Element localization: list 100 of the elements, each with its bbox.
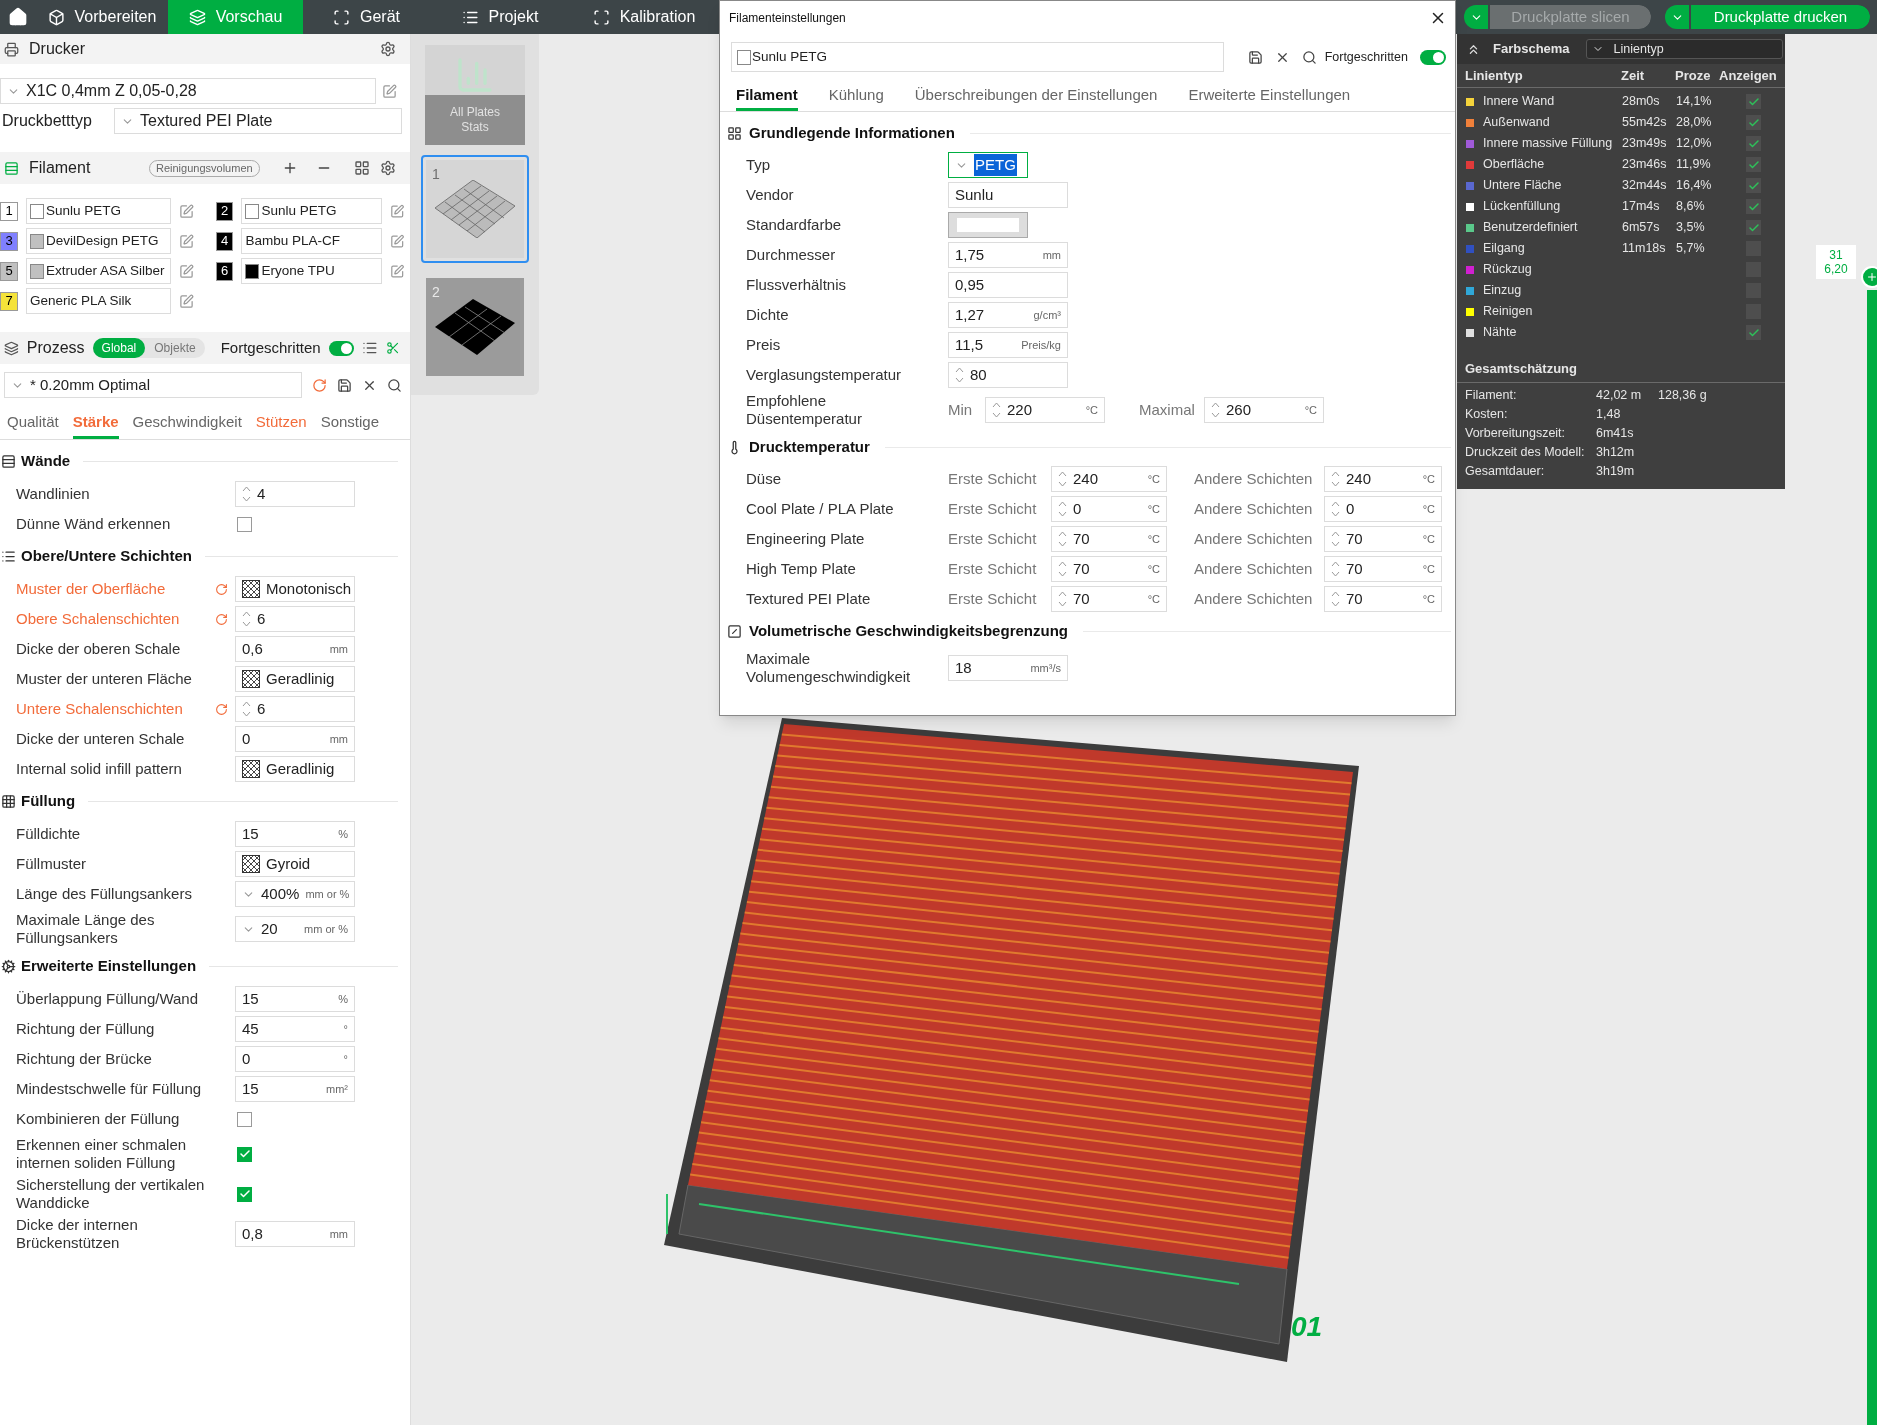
spin-arrows-icon[interactable]: [1058, 590, 1067, 608]
input-field[interactable]: Gyroid: [235, 851, 355, 877]
spin-arrows-icon[interactable]: [242, 610, 251, 628]
nav-tab[interactable]: Projekt: [430, 0, 570, 34]
input-field[interactable]: Geradlinig: [235, 666, 355, 692]
input-field[interactable]: X1C 0,4mm Z 0,05-0,28: [0, 78, 376, 104]
spin-arrows-icon[interactable]: [1331, 530, 1340, 548]
settings-tab[interactable]: Filament: [736, 83, 798, 111]
nav-tab[interactable]: Vorbereiten: [36, 0, 168, 34]
scissors-icon[interactable]: [386, 341, 400, 355]
input-field[interactable]: 4: [235, 481, 355, 507]
color-picker[interactable]: [948, 212, 1028, 238]
input-field[interactable]: 70 °C: [1051, 556, 1167, 582]
input-field[interactable]: 220 °C: [985, 397, 1105, 423]
input-field[interactable]: 20 mm or %: [235, 916, 355, 942]
visibility-checkbox[interactable]: [1746, 325, 1761, 340]
nav-tab[interactable]: Kalibration: [570, 0, 718, 34]
input-field[interactable]: 260 °C: [1204, 397, 1324, 423]
input-field[interactable]: 1,75 mm: [948, 242, 1068, 268]
filament-field[interactable]: Eryone TPU: [241, 258, 382, 284]
visibility-checkbox[interactable]: [1746, 115, 1761, 130]
visibility-checkbox[interactable]: [1746, 157, 1761, 172]
input-field[interactable]: 6: [235, 696, 355, 722]
filament-field[interactable]: Sunlu PETG: [26, 198, 171, 224]
slider-handle[interactable]: [1861, 266, 1877, 288]
edit-icon[interactable]: [179, 263, 194, 279]
spin-arrows-icon[interactable]: [1331, 470, 1340, 488]
checkbox[interactable]: [237, 1146, 253, 1162]
input-field[interactable]: Textured PEI Plate: [114, 108, 402, 134]
input-field[interactable]: 15 %: [235, 986, 355, 1012]
edit-icon[interactable]: [179, 233, 194, 249]
filament-field[interactable]: Extruder ASA Silber: [26, 258, 171, 284]
reset-icon[interactable]: [215, 702, 229, 716]
input-field[interactable]: 70 °C: [1324, 586, 1442, 612]
visibility-checkbox[interactable]: [1746, 136, 1761, 151]
spin-arrows-icon[interactable]: [1058, 500, 1067, 518]
spin-arrows-icon[interactable]: [1331, 590, 1340, 608]
input-field[interactable]: 0 °C: [1324, 496, 1442, 522]
scope-switch[interactable]: Global Objekte: [92, 338, 205, 358]
input-field[interactable]: 0 mm: [235, 726, 355, 752]
list-icon[interactable]: [362, 340, 379, 356]
spin-arrows-icon[interactable]: [1058, 470, 1067, 488]
filament-field[interactable]: Sunlu PETG: [241, 198, 382, 224]
edit-icon[interactable]: [382, 83, 397, 99]
spin-arrows-icon[interactable]: [242, 485, 251, 503]
input-field[interactable]: 1,27 g/cm³: [948, 302, 1068, 328]
spin-arrows-icon[interactable]: [1211, 401, 1220, 419]
input-field[interactable]: 15 mm²: [235, 1076, 355, 1102]
filament-field[interactable]: DevilDesign PETG: [26, 228, 171, 254]
spin-arrows-icon[interactable]: [955, 366, 964, 384]
settings-icon[interactable]: [380, 41, 396, 57]
input-field[interactable]: 400% mm or %: [235, 881, 355, 907]
edit-icon[interactable]: [179, 203, 194, 219]
spin-arrows-icon[interactable]: [1331, 560, 1340, 578]
spin-arrows-icon[interactable]: [242, 700, 251, 718]
input-field[interactable]: 0,8 mm: [235, 1221, 355, 1247]
input-field[interactable]: 45 °: [235, 1016, 355, 1042]
spin-arrows-icon[interactable]: [992, 401, 1001, 419]
input-field[interactable]: 0 °: [235, 1046, 355, 1072]
filament-field[interactable]: Bambu PLA-CF: [241, 228, 382, 254]
input-field[interactable]: 240 °C: [1324, 466, 1442, 492]
search-icon[interactable]: [1301, 49, 1317, 65]
edit-icon[interactable]: [389, 263, 404, 279]
nav-tab[interactable]: Gerät: [303, 0, 430, 34]
search-icon[interactable]: [387, 377, 402, 393]
input-field[interactable]: Monotonisch: [235, 576, 355, 602]
input-field[interactable]: 80: [948, 362, 1068, 388]
filament-field[interactable]: Generic PLA Silk: [26, 288, 171, 314]
settings-icon[interactable]: [380, 160, 396, 176]
grid-swap-icon[interactable]: [354, 160, 370, 176]
edit-icon[interactable]: [179, 293, 194, 309]
settings-tab[interactable]: Kühlung: [828, 83, 884, 111]
edit-icon[interactable]: [389, 233, 404, 249]
visibility-checkbox[interactable]: [1746, 220, 1761, 235]
input-field[interactable]: 70 °C: [1051, 526, 1167, 552]
input-field[interactable]: 70 °C: [1051, 586, 1167, 612]
input-field[interactable]: Geradlinig: [235, 756, 355, 782]
toggle-switch[interactable]: [1420, 49, 1446, 65]
input-field[interactable]: 0,95: [948, 272, 1068, 298]
input-field[interactable]: 18 mm³/s: [948, 655, 1068, 681]
save-icon[interactable]: [1247, 49, 1263, 65]
input-field[interactable]: 0 °C: [1051, 496, 1167, 522]
visibility-checkbox[interactable]: [1746, 94, 1761, 109]
settings-tab[interactable]: Geschwindigkeit: [132, 410, 242, 439]
spin-arrows-icon[interactable]: [1058, 530, 1067, 548]
settings-tab[interactable]: Überschreibungen der Einstellungen: [914, 83, 1158, 111]
spin-arrows-icon[interactable]: [1331, 500, 1340, 518]
toggle-switch[interactable]: [328, 340, 355, 356]
input-field[interactable]: 11,5 Preis/kg: [948, 332, 1068, 358]
settings-tab[interactable]: Sonstige: [320, 410, 380, 439]
input-field[interactable]: 6: [235, 606, 355, 632]
checkbox[interactable]: [237, 1111, 253, 1127]
reset-icon[interactable]: [215, 612, 229, 626]
settings-tab[interactable]: Erweiterte Einstellungen: [1188, 83, 1351, 111]
checkbox[interactable]: [237, 516, 253, 532]
settings-tab[interactable]: Qualität: [7, 410, 59, 439]
input-field[interactable]: 15 %: [235, 821, 355, 847]
input-field[interactable]: 70 °C: [1324, 526, 1442, 552]
reset-icon[interactable]: [312, 377, 327, 393]
reset-icon[interactable]: [215, 582, 229, 596]
